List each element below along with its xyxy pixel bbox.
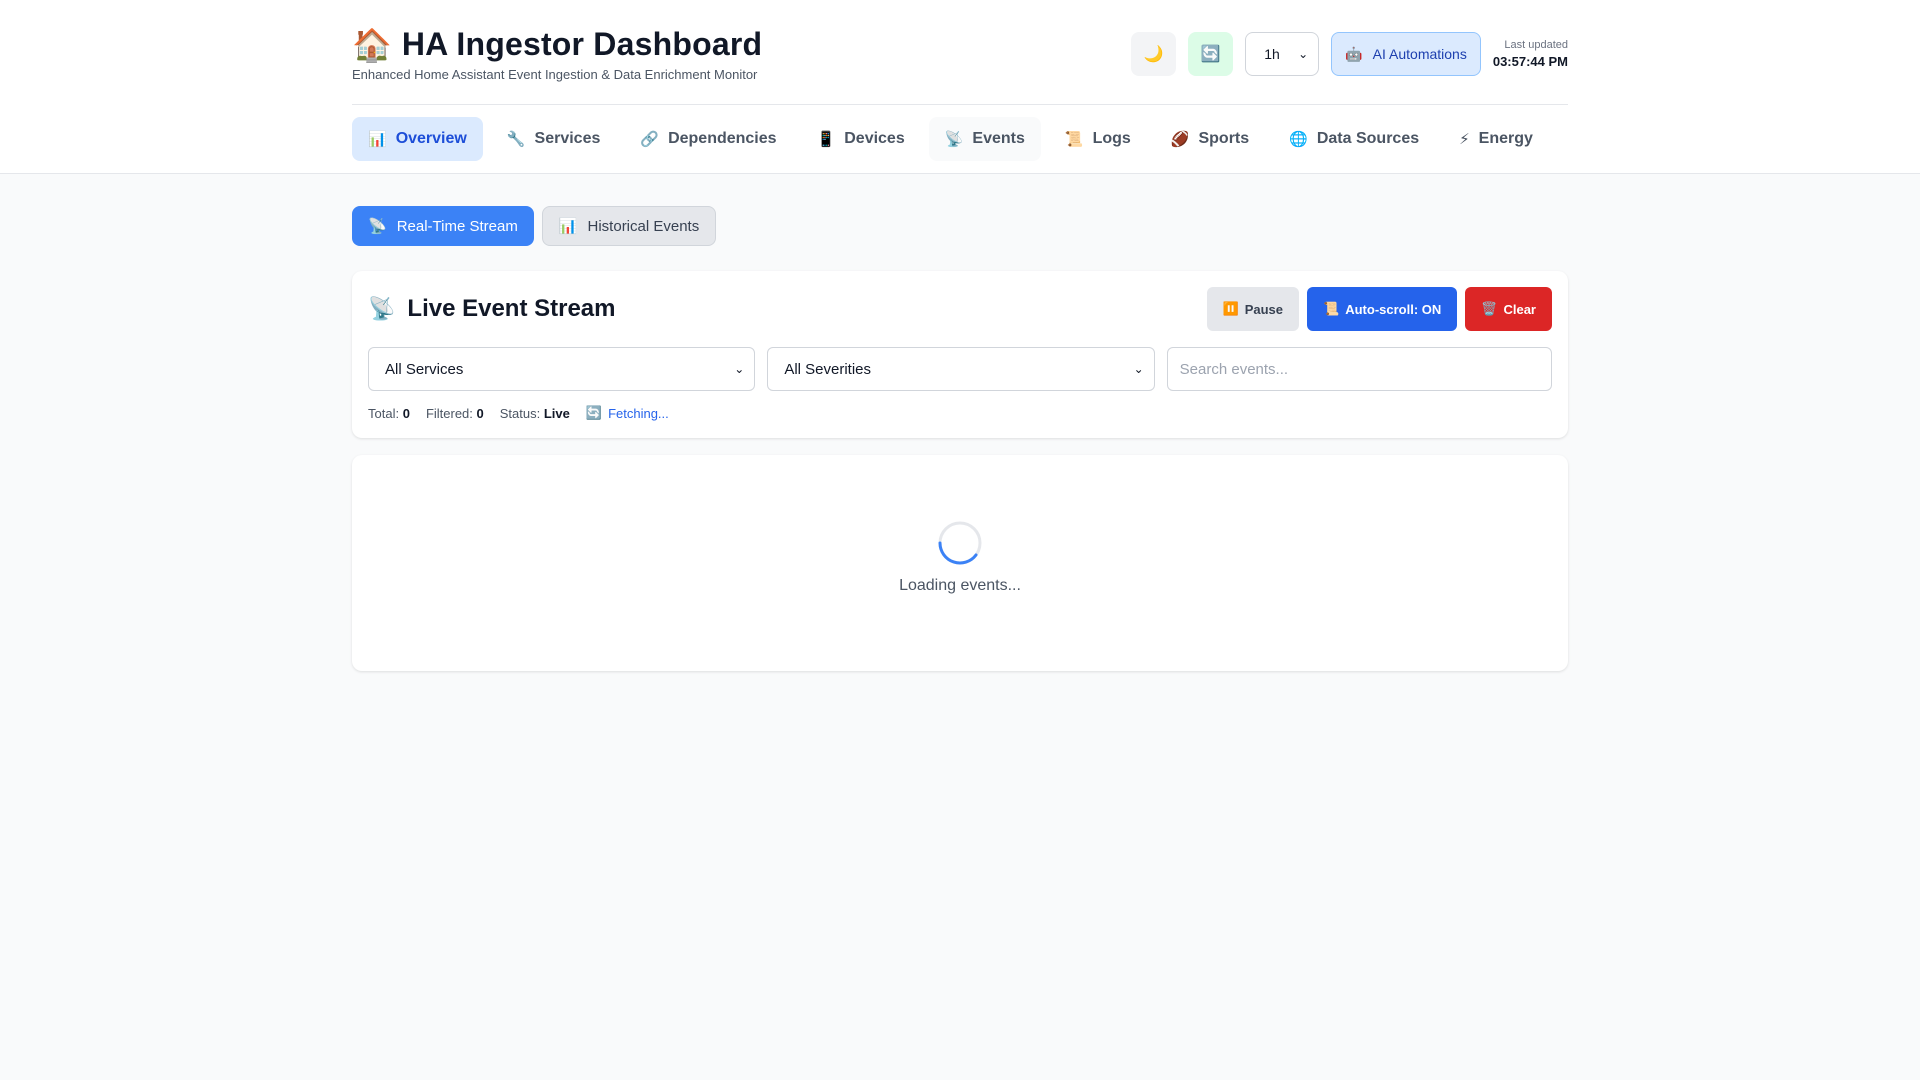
tab-label: Energy [1478,130,1533,147]
chevron-down-icon: ⌄ [1133,362,1144,376]
house-icon: 🏠 [352,26,392,63]
status-stat: Status: Live [499,405,570,421]
page-title: HA Ingestor Dashboard [401,26,763,62]
refresh-icon: 🔄 [1200,46,1221,63]
chevron-down-icon: ⌄ [1298,47,1309,61]
service-filter-select[interactable]: All Services ⌄ [368,347,756,391]
tab-services[interactable]: 🔧 Services [491,117,617,161]
stream-stats: Total: 0 Filtered: 0 Status: Live 🔄 Fetc… [368,405,1552,421]
bar-chart-icon: 📊 [558,218,578,235]
brand: 🏠 HA Ingestor Dashboard Enhanced Home As… [352,26,762,82]
severity-filter-select[interactable]: All Severities ⌄ [767,347,1155,391]
last-updated-value: 03:57:44 PM [1492,54,1568,69]
tab-label: Dependencies [668,130,777,147]
severity-filter-value: All Severities [784,360,872,378]
subtab-real-time-stream[interactable]: 📡 Real-Time Stream [352,206,534,246]
tab-logs[interactable]: 📜 Logs [1049,117,1147,161]
pause-button[interactable]: ⏸️ Pause [1206,287,1300,331]
auto-scroll-button[interactable]: 📜 Auto-scroll: ON [1307,287,1458,331]
events-list-card: Loading events... [352,455,1568,671]
total-stat: Total: 0 [368,405,410,421]
ai-automations-label: AI Automations [1372,46,1467,62]
auto-refresh-button[interactable]: 🔄 [1188,32,1234,76]
ai-automations-button[interactable]: 🤖 AI Automations [1331,32,1481,76]
stream-filters: All Services ⌄ All Severities ⌄ [368,347,1552,391]
events-subtabs: 📡 Real-Time Stream 📊 Historical Events [352,206,1568,246]
tab-label: Sports [1198,130,1250,147]
clear-label: Clear [1503,301,1536,317]
robot-icon: 🤖 [1345,45,1363,62]
link-icon: 🔗 [640,131,660,148]
pause-icon: ⏸️ [1222,301,1239,316]
time-range-value: 1h [1264,46,1280,62]
tab-devices[interactable]: 📱 Devices [801,117,921,161]
stream-title: 📡 Live Event Stream [368,295,616,323]
tab-label: Events [972,130,1025,147]
main-nav: 📊 Overview 🔧 Services 🔗 Dependencies 📱 D… [352,105,1568,173]
lightning-icon: ⚡ [1459,131,1470,148]
loading-spinner-icon [938,521,982,565]
clear-button[interactable]: 🗑️ Clear [1465,287,1552,331]
fetching-indicator: 🔄 Fetching... [586,405,669,421]
tab-label: Devices [844,130,905,147]
service-filter-value: All Services [385,360,464,378]
filtered-stat: Filtered: 0 [425,405,484,421]
page-subtitle: Enhanced Home Assistant Event Ingestion … [352,67,758,82]
trash-icon: 🗑️ [1481,301,1498,316]
last-updated-label: Last updated [1504,39,1568,51]
scroll-icon: 📜 [1064,131,1084,148]
auto-scroll-label: Auto-scroll: ON [1345,301,1442,317]
chevron-down-icon: ⌄ [734,362,745,376]
time-range-select[interactable]: 1h ⌄ [1245,32,1320,76]
search-events-input[interactable] [1166,347,1552,391]
tab-energy[interactable]: ⚡ Energy [1443,117,1549,161]
refresh-icon: 🔄 [585,405,603,420]
satellite-icon: 📡 [368,296,396,321]
app-header: 🏠 HA Ingestor Dashboard Enhanced Home As… [0,0,1920,174]
scroll-icon: 📜 [1323,301,1340,316]
tab-sports[interactable]: 🏈 Sports [1155,117,1265,161]
tab-data-sources[interactable]: 🌐 Data Sources [1273,117,1435,161]
pause-label: Pause [1244,301,1284,317]
subtab-historical-events[interactable]: 📊 Historical Events [541,206,717,246]
moon-icon: 🌙 [1143,46,1164,63]
football-icon: 🏈 [1170,131,1190,148]
globe-icon: 🌐 [1289,131,1308,148]
tab-overview[interactable]: 📊 Overview [352,117,483,161]
subtab-label: Historical Events [587,217,700,235]
tab-label: Data Sources [1316,130,1420,147]
tab-label: Services [534,130,601,147]
live-event-stream-card: 📡 Live Event Stream ⏸️ Pause 📜 Auto-scro… [352,271,1568,438]
header-controls: 🌙 🔄 1h ⌄ 🤖 AI Automations Last updated 0… [1131,32,1568,76]
last-updated: Last updated 03:57:44 PM [1493,39,1568,69]
loading-text: Loading events... [899,577,1021,594]
bar-chart-icon: 📊 [368,131,387,148]
tab-label: Logs [1092,130,1131,147]
theme-toggle-button[interactable]: 🌙 [1131,32,1177,76]
tab-dependencies[interactable]: 🔗 Dependencies [624,117,792,161]
tab-events[interactable]: 📡 Events [928,117,1041,161]
stream-title-text: Live Event Stream [407,295,616,322]
subtab-label: Real-Time Stream [396,217,518,235]
fetching-label: Fetching... [608,405,669,421]
stream-actions: ⏸️ Pause 📜 Auto-scroll: ON 🗑️ Clear [1206,287,1552,331]
tab-label: Overview [395,130,467,147]
satellite-icon: 📡 [944,131,964,148]
satellite-icon: 📡 [368,218,387,235]
wrench-icon: 🔧 [506,131,526,148]
phone-icon: 📱 [816,131,836,148]
header-top-row: 🏠 HA Ingestor Dashboard Enhanced Home As… [352,0,1568,105]
main-content: 📡 Real-Time Stream 📊 Historical Events 📡… [352,174,1568,671]
